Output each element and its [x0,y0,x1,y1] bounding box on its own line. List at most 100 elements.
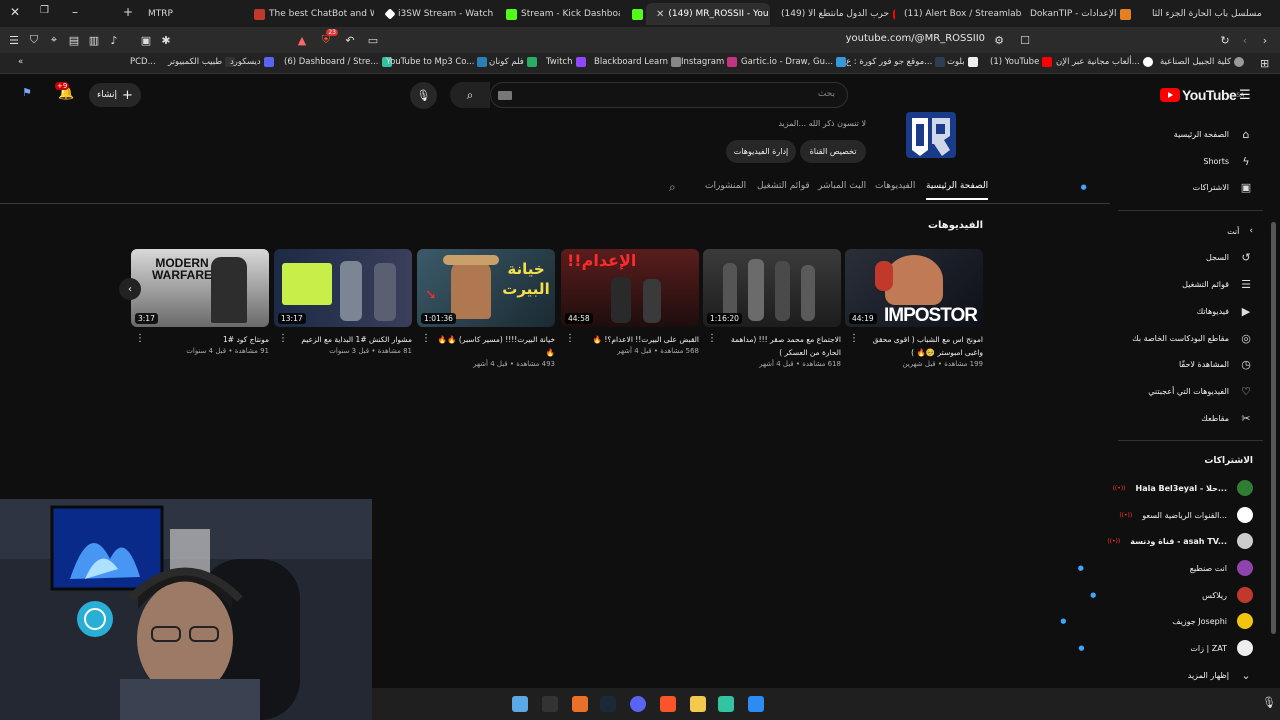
video-card[interactable]: IMPOSTOR 44:19 امونج اس مع الشباب ( اقوى… [845,249,983,368]
forward-icon[interactable]: ‹ [1237,32,1253,48]
browser-tab-active[interactable]: ✕ (149) MR_ROSSII - You [646,3,770,25]
bookmarks-overflow-icon[interactable]: « [18,57,23,67]
bookmark-item[interactable]: Blackboard Learn [594,57,682,67]
settings-app-icon[interactable] [512,696,528,712]
bookmark-item[interactable]: بلوت [947,57,978,67]
address-bar-url[interactable]: youtube.com/@MR_ROSSII0 [846,33,985,44]
browser-tab[interactable]: The best ChatBot and Wri [244,3,374,25]
site-settings-icon[interactable]: ⚙ [991,32,1007,48]
search-button[interactable]: ⌕ [450,82,490,108]
video-more-icon[interactable]: ⋮ [565,333,575,344]
tab-playlists[interactable]: قوائم التشغيل [757,181,810,191]
screenshot-icon[interactable]: ▣ [138,32,154,48]
browser-tab[interactable]: i3SW Stream - Watch Live [376,3,494,25]
browser-tab[interactable]: DokanTIP - الإعدادات [1024,3,1144,25]
reload-icon[interactable]: ↻ [1217,32,1233,48]
share-icon[interactable]: ▭ [365,32,381,48]
bookmark-item[interactable]: ألعاب مجانية عبر الإن... [1056,57,1153,67]
tab-close-icon[interactable]: ✕ [656,9,664,20]
customize-channel-button[interactable]: تخصيص القناة [800,140,866,163]
keyboard-icon[interactable] [498,91,512,100]
browser-tab[interactable]: (149) حرب الدول مانتطع الا [775,3,895,25]
video-thumbnail[interactable]: 13:17 [274,249,412,327]
vlc-app-icon[interactable] [572,696,588,712]
file-explorer-icon[interactable] [690,696,706,712]
channel-description[interactable]: لا تنسون ذكر الله ...المزيد [778,119,866,128]
bookmark-item[interactable]: YouTube to Mp3 Co... [386,57,488,67]
channel-avatar[interactable] [904,110,958,160]
video-thumbnail[interactable]: الإعدام!! 44:58 [561,249,699,327]
bookmark-item[interactable]: (1) YouTube [990,57,1053,67]
browser-tab[interactable]: MTRP [142,3,242,25]
sidebar-subscription-item[interactable]: ((•)) قناة ودنسة - asah TV... [1103,530,1253,552]
back-icon[interactable]: › [1257,32,1273,48]
sidebar-item-watch-later[interactable]: المشاهدة لاحقًا ◷ [1179,353,1253,375]
tab-home[interactable]: الصفحة الرئيسية [926,181,989,200]
video-title[interactable]: امونج اس مع الشباب ( اقوى محقق واغبى امب… [845,333,983,359]
sidebar-item-liked-videos[interactable]: الفيديوهات التي أعجبتني ♡ [1148,380,1253,402]
browser-tab[interactable]: (11) Alert Box / Streamlabs [898,3,1022,25]
sidebar-you-header[interactable]: أنت ‹ [1227,220,1253,242]
video-more-icon[interactable]: ⋮ [707,333,717,344]
bookmark-item[interactable]: Instagram [681,57,738,67]
bookmark-item[interactable]: موقع جو فور كورة : ع... [846,57,946,67]
sidebar-icon[interactable]: ▥ [86,32,102,48]
brave-rewards-icon[interactable]: ▲ [294,32,310,48]
video-card[interactable]: 1:16:20 الاجتماع مع محمد صقر !!! (مداهمة… [703,249,841,368]
sidebar-subscription-item[interactable]: ● انت صنطيع [1078,557,1253,579]
tab-videos[interactable]: الفيديوهات [875,181,915,191]
notifications-bell-icon[interactable]: 🔔 +9 [55,82,74,101]
sidebar-item-subscriptions[interactable]: ● الاشتراكات ▣ [1081,176,1253,198]
bookmark-item[interactable]: ديسكورد [230,57,274,67]
manage-videos-button[interactable]: إدارة الفيديوهات [726,140,796,163]
sidebar-subscription-item[interactable]: ● زات | ZAT [1078,637,1253,659]
shelf-previous-button[interactable]: ‹ [119,278,141,300]
video-thumbnail[interactable]: 1:16:20 [703,249,841,327]
bookmark-item[interactable]: Twitch [546,57,586,67]
brave-app-icon[interactable] [660,696,676,712]
steam-app-icon[interactable] [600,696,616,712]
bookmark-item[interactable]: Gartic.io - Draw, Gu... [741,57,847,67]
tabs-icon[interactable]: ▤ [66,32,82,48]
music-icon[interactable]: ♪ [106,32,122,48]
new-tab-icon[interactable]: + [123,5,133,19]
youtube-logo[interactable]: YouTube SA [1160,87,1244,103]
window-minimize-icon[interactable]: – [72,5,78,19]
window-restore-icon[interactable]: ❐ [40,5,49,16]
bookmark-item[interactable]: طبيب الكمبيوتر [168,57,236,67]
discord-app-icon[interactable] [630,696,646,712]
video-thumbnail[interactable]: MODERN WARFARE 3:17 [131,249,269,327]
sidebar-show-more[interactable]: إظهار المزيد ⌄ [1188,664,1253,686]
bookmarks-grid-icon[interactable]: ⊞ [1260,57,1269,70]
video-more-icon[interactable]: ⋮ [421,333,431,344]
browser-tab[interactable]: Stream - Kick Dashboard [496,3,620,25]
sidebar-subscription-item[interactable]: ● ريلاكس [1090,584,1253,606]
sidebar-subscription-item[interactable]: ((•)) القنوات الرياضية السعو... [1115,504,1253,526]
search-input[interactable]: بحث [490,82,848,108]
create-button[interactable]: إنشاء + [89,83,141,107]
browser-tab[interactable]: مسلسل باب الحارة الجزء الثا [1146,3,1280,25]
account-avatar[interactable]: ⚑ [22,86,40,104]
video-more-icon[interactable]: ⋮ [278,333,288,344]
extensions-icon[interactable]: ✱ [158,32,174,48]
page-scrollbar[interactable] [1271,222,1276,634]
video-title[interactable]: القبض على البيرت!! الاعدام؟! 🔥 [561,333,699,346]
back-history-icon[interactable]: ↶ [342,32,358,48]
sidebar-item-home[interactable]: الصفحة الرئيسية ⌂ [1174,123,1253,145]
bookmark-item[interactable]: فلم كونان [489,57,537,67]
video-title[interactable]: مشوار الكنش #1 البداية مع الزعيم [274,333,412,346]
video-card[interactable]: 13:17 مشوار الكنش #1 البداية مع الزعيم 8… [274,249,412,355]
channel-search-icon[interactable]: ⌕ [669,180,676,195]
streamlabs-app-icon[interactable] [718,696,734,712]
microphone-tray-icon[interactable]: 🎙 [1262,696,1278,712]
video-more-icon[interactable]: ⋮ [849,333,859,344]
video-card[interactable]: MODERN WARFARE 3:17 مونتاج كود #1 91 مشا… [131,249,269,355]
sidebar-subscription-item[interactable]: ● جوزيف Josephi [1060,610,1253,632]
sidebar-item-playlists[interactable]: قوائم التشغيل ☰ [1182,273,1253,295]
section-title[interactable]: الفيديوهات [928,220,983,231]
bookmark-icon[interactable]: ☐ [1017,32,1033,48]
sidebar-item-podcasts[interactable]: مقاطع البودكاست الخاصة بك ◎ [1132,327,1253,349]
video-thumbnail[interactable]: IMPOSTOR 44:19 [845,249,983,327]
bookmark-item[interactable]: PCD... [130,57,156,67]
window-close-icon[interactable]: ✕ [10,5,20,19]
